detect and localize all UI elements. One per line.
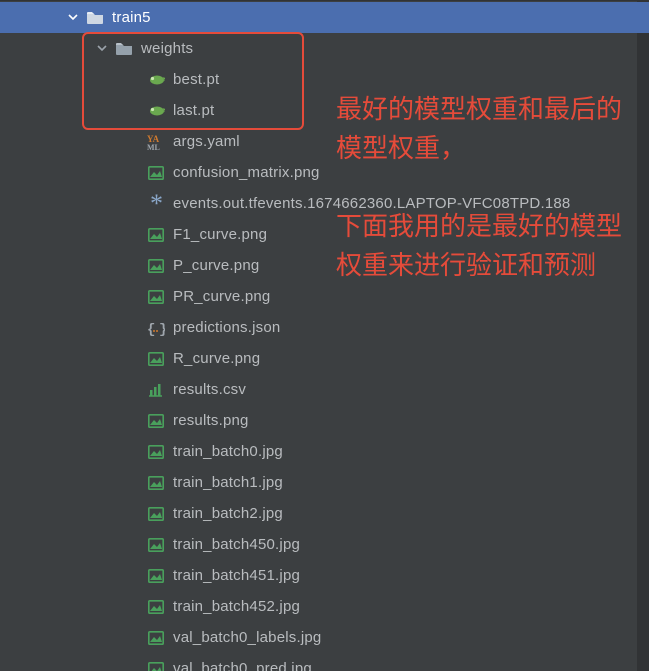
spacer — [128, 135, 142, 149]
file-label: val_batch0_pred.jpg — [173, 660, 312, 671]
file-label: R_curve.png — [173, 350, 260, 367]
spacer — [128, 662, 142, 671]
svg-text:*: * — [150, 194, 163, 214]
tree-file-args-yaml[interactable]: YA ML args.yaml — [0, 126, 649, 157]
file-label: P_curve.png — [173, 257, 259, 274]
spacer — [128, 352, 142, 366]
chevron-down-icon — [96, 42, 110, 56]
pt-file-icon — [147, 71, 165, 89]
spacer — [128, 228, 142, 242]
image-file-icon — [147, 257, 165, 275]
file-label: args.yaml — [173, 133, 240, 150]
image-file-icon — [147, 226, 165, 244]
file-label: PR_curve.png — [173, 288, 270, 305]
spacer — [128, 104, 142, 118]
file-label: results.png — [173, 412, 249, 429]
spacer — [128, 321, 142, 335]
tree-file-last-pt[interactable]: last.pt — [0, 95, 649, 126]
spacer — [128, 538, 142, 552]
file-label: events.out.tfevents.1674662360.LAPTOP-VF… — [173, 195, 570, 212]
tree-file-confusion-matrix[interactable]: confusion_matrix.png — [0, 157, 649, 188]
image-file-icon — [147, 350, 165, 368]
spacer — [128, 445, 142, 459]
tree-file-best-pt[interactable]: best.pt — [0, 64, 649, 95]
json-file-icon: { } — [147, 319, 165, 337]
spacer — [128, 476, 142, 490]
spacer — [128, 259, 142, 273]
tree-file-events[interactable]: * events.out.tfevents.1674662360.LAPTOP-… — [0, 188, 649, 219]
image-file-icon — [147, 474, 165, 492]
file-label: train_batch2.jpg — [173, 505, 283, 522]
image-file-icon — [147, 660, 165, 671]
tree-folder-weights[interactable]: weights — [0, 33, 649, 64]
folder-label: train5 — [112, 9, 151, 26]
image-file-icon — [147, 288, 165, 306]
tree-file-r-curve[interactable]: R_curve.png — [0, 343, 649, 374]
file-label: train_batch1.jpg — [173, 474, 283, 491]
file-label: train_batch0.jpg — [173, 443, 283, 460]
spacer — [128, 166, 142, 180]
folder-icon — [86, 9, 104, 27]
folder-icon — [115, 40, 133, 58]
file-label: train_batch452.jpg — [173, 598, 300, 615]
spacer — [128, 383, 142, 397]
spacer — [128, 290, 142, 304]
csv-file-icon — [147, 381, 165, 399]
file-label: val_batch0_labels.jpg — [173, 629, 321, 646]
tree-folder-train5[interactable]: train5 — [0, 2, 649, 33]
file-label: train_batch450.jpg — [173, 536, 300, 553]
svg-text:}: } — [159, 322, 165, 336]
tree-file-predictions-json[interactable]: { } predictions.json — [0, 312, 649, 343]
tree-file-train-batch451[interactable]: train_batch451.jpg — [0, 560, 649, 591]
file-label: confusion_matrix.png — [173, 164, 320, 181]
file-label: best.pt — [173, 71, 219, 88]
image-file-icon — [147, 536, 165, 554]
tree-file-results-png[interactable]: results.png — [0, 405, 649, 436]
chevron-down-icon — [67, 11, 81, 25]
spacer — [128, 197, 142, 211]
panel-top-border — [0, 0, 637, 1]
tree-file-pr-curve[interactable]: PR_curve.png — [0, 281, 649, 312]
tree-file-train-batch1[interactable]: train_batch1.jpg — [0, 467, 649, 498]
spacer — [128, 507, 142, 521]
image-file-icon — [147, 629, 165, 647]
tree-file-train-batch0[interactable]: train_batch0.jpg — [0, 436, 649, 467]
tree-file-train-batch452[interactable]: train_batch452.jpg — [0, 591, 649, 622]
image-file-icon — [147, 164, 165, 182]
image-file-icon — [147, 505, 165, 523]
generic-file-icon: * — [147, 195, 165, 213]
file-label: F1_curve.png — [173, 226, 267, 243]
tree-file-val-batch0-labels[interactable]: val_batch0_labels.jpg — [0, 622, 649, 653]
tree-file-f1-curve[interactable]: F1_curve.png — [0, 219, 649, 250]
file-tree: train5 weights best.pt — [0, 0, 649, 671]
tree-file-results-csv[interactable]: results.csv — [0, 374, 649, 405]
folder-label: weights — [141, 40, 193, 57]
file-label: results.csv — [173, 381, 246, 398]
tree-file-val-batch0-pred[interactable]: val_batch0_pred.jpg — [0, 653, 649, 671]
yaml-file-icon: YA ML — [147, 133, 165, 151]
file-label: train_batch451.jpg — [173, 567, 300, 584]
spacer — [128, 73, 142, 87]
image-file-icon — [147, 443, 165, 461]
spacer — [128, 600, 142, 614]
image-file-icon — [147, 412, 165, 430]
spacer — [128, 631, 142, 645]
tree-file-p-curve[interactable]: P_curve.png — [0, 250, 649, 281]
tree-file-train-batch2[interactable]: train_batch2.jpg — [0, 498, 649, 529]
file-label: last.pt — [173, 102, 214, 119]
file-label: predictions.json — [173, 319, 280, 336]
tree-file-train-batch450[interactable]: train_batch450.jpg — [0, 529, 649, 560]
image-file-icon — [147, 598, 165, 616]
svg-text:{: { — [147, 322, 155, 336]
svg-text:ML: ML — [147, 143, 160, 150]
image-file-icon — [147, 567, 165, 585]
spacer — [128, 569, 142, 583]
spacer — [128, 414, 142, 428]
pt-file-icon — [147, 102, 165, 120]
